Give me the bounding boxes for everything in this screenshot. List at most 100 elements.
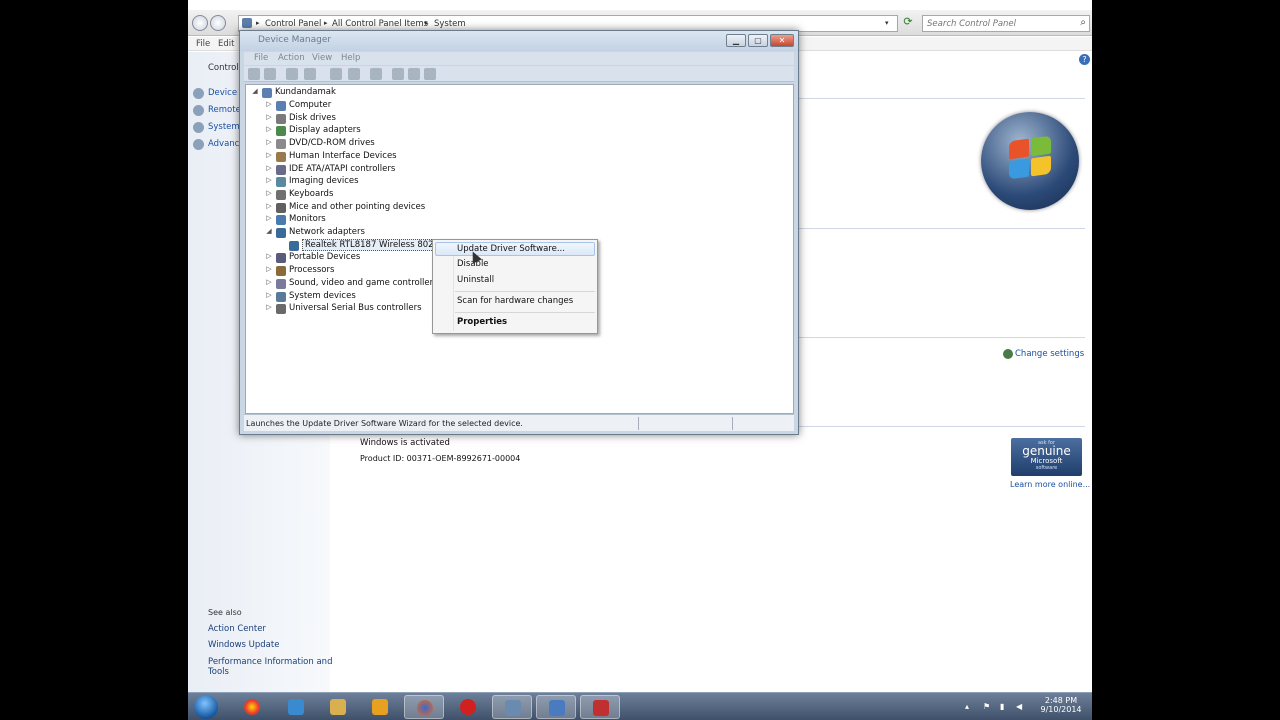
taskbar-app-2[interactable]: [492, 695, 532, 719]
taskbar-media[interactable]: [360, 695, 400, 719]
device-manager-icon: [593, 700, 609, 716]
menu-help[interactable]: Help: [341, 53, 360, 63]
app-icon: [288, 699, 304, 715]
toolbar: [244, 66, 794, 82]
menu-view[interactable]: View: [312, 53, 332, 63]
badge-microsoft: Microsoft: [1030, 457, 1063, 465]
scan-hardware-icon[interactable]: [370, 68, 382, 80]
device-icon: [276, 253, 286, 264]
search-box[interactable]: ⌕: [922, 15, 1090, 32]
expand-icon[interactable]: ▷: [264, 265, 274, 273]
link-action-center[interactable]: Action Center: [208, 624, 266, 634]
device-icon: [276, 177, 286, 188]
taskbar-app[interactable]: [276, 695, 316, 719]
update-driver-icon[interactable]: [392, 68, 404, 80]
expand-icon[interactable]: ▷: [264, 214, 274, 222]
menu-item-scan-hardware[interactable]: Scan for hardware changes: [457, 296, 573, 306]
back-button[interactable]: [192, 15, 208, 31]
search-input[interactable]: [923, 16, 1073, 31]
breadcrumb-system[interactable]: System: [434, 19, 466, 29]
tree-item-label: Disk drives: [289, 112, 336, 123]
menu-edit[interactable]: Edit: [218, 39, 234, 49]
tree-item-label: Keyboards: [289, 188, 334, 199]
back-icon[interactable]: [248, 68, 260, 80]
expand-icon[interactable]: ▷: [264, 164, 274, 172]
tree-item-label: Monitors: [289, 214, 326, 225]
nav-system-protection[interactable]: System: [208, 122, 240, 132]
help-icon[interactable]: ?: [1079, 54, 1090, 65]
expand-icon[interactable]: ▷: [264, 125, 274, 133]
expand-icon[interactable]: ▷: [264, 138, 274, 146]
device-icon: [276, 278, 286, 289]
nav-remote-settings[interactable]: Remote: [208, 105, 241, 115]
tree-item-label: Sound, video and game controllers: [289, 277, 438, 288]
view-icon[interactable]: [348, 68, 360, 80]
chevron-down-icon[interactable]: ▾: [885, 19, 889, 27]
app-icon: [505, 700, 521, 716]
link-windows-update[interactable]: Windows Update: [208, 640, 279, 650]
learn-more-link[interactable]: Learn more online...: [1010, 480, 1090, 489]
control-panel-icon: [242, 18, 252, 28]
taskbar-firefox[interactable]: [404, 695, 444, 719]
forward-icon[interactable]: [264, 68, 276, 80]
taskbar-chrome[interactable]: [232, 695, 272, 719]
menu-file[interactable]: File: [254, 53, 268, 63]
expand-icon[interactable]: ▷: [264, 202, 274, 210]
menu-bar: File Action View Help: [244, 52, 794, 65]
volume-icon[interactable]: ◀: [1016, 702, 1025, 711]
menu-file[interactable]: File: [196, 39, 210, 49]
chevron-right-icon: ▸: [425, 19, 429, 27]
disable-icon[interactable]: [424, 68, 436, 80]
help-icon[interactable]: [330, 68, 342, 80]
search-icon[interactable]: ⌕: [1080, 17, 1086, 28]
refresh-icon[interactable]: ⟳: [900, 15, 916, 32]
chevron-up-icon[interactable]: ▴: [965, 702, 974, 711]
menu-item-properties[interactable]: Properties: [457, 317, 507, 327]
network-icon[interactable]: ▮: [1000, 702, 1009, 711]
device-manager-window: Device Manager ▁ ▢ ✕ File Action View He…: [239, 30, 799, 435]
close-button[interactable]: ✕: [770, 34, 794, 47]
device-icon: [276, 164, 286, 175]
logo-quad-red: [1009, 138, 1029, 160]
expand-icon[interactable]: ▷: [264, 291, 274, 299]
collapse-icon[interactable]: ◢: [250, 87, 260, 95]
logo-quad-blue: [1009, 158, 1029, 180]
status-bar: Launches the Update Driver Software Wiza…: [244, 414, 794, 431]
control-panel-icon: [549, 700, 565, 716]
expand-icon[interactable]: ▷: [264, 176, 274, 184]
tree-icon[interactable]: [286, 68, 298, 80]
link-performance-info[interactable]: Performance Information and: [208, 657, 332, 667]
nav-control-panel-home[interactable]: Control: [208, 63, 239, 73]
expand-icon[interactable]: ▷: [264, 303, 274, 311]
forward-button[interactable]: [210, 15, 226, 31]
clock[interactable]: 2:48 PM 9/10/2014: [1036, 696, 1086, 714]
breadcrumb-control-panel[interactable]: Control Panel: [265, 19, 321, 29]
breadcrumb-all-items[interactable]: All Control Panel Items: [332, 19, 428, 29]
expand-icon[interactable]: ▷: [264, 189, 274, 197]
collapse-icon[interactable]: ◢: [264, 227, 274, 235]
link-performance-info-tools[interactable]: Tools: [208, 667, 229, 677]
title-bar[interactable]: Device Manager ▁ ▢ ✕: [240, 31, 798, 51]
taskbar-control-panel[interactable]: [536, 695, 576, 719]
taskbar-device-manager[interactable]: [580, 695, 620, 719]
menu-action[interactable]: Action: [278, 53, 305, 63]
expand-icon[interactable]: ▷: [264, 100, 274, 108]
clock-time: 2:48 PM: [1044, 696, 1078, 705]
properties-icon[interactable]: [304, 68, 316, 80]
expand-icon[interactable]: ▷: [264, 151, 274, 159]
taskbar-explorer[interactable]: [318, 695, 358, 719]
expand-icon[interactable]: ▷: [264, 252, 274, 260]
logo-quad-yellow: [1031, 155, 1051, 177]
uninstall-icon[interactable]: [408, 68, 420, 80]
change-settings-link[interactable]: Change settings: [1015, 349, 1084, 359]
shield-icon: [193, 105, 204, 116]
taskbar-opera[interactable]: [448, 695, 488, 719]
maximize-button[interactable]: ▢: [748, 34, 768, 47]
menu-item-uninstall[interactable]: Uninstall: [457, 275, 494, 285]
start-button[interactable]: [194, 695, 218, 719]
expand-icon[interactable]: ▷: [264, 113, 274, 121]
expand-icon[interactable]: ▷: [264, 278, 274, 286]
minimize-button[interactable]: ▁: [726, 34, 746, 47]
action-center-icon[interactable]: ⚑: [983, 702, 992, 711]
context-menu: Update Driver Software... Disable Uninst…: [432, 239, 598, 334]
